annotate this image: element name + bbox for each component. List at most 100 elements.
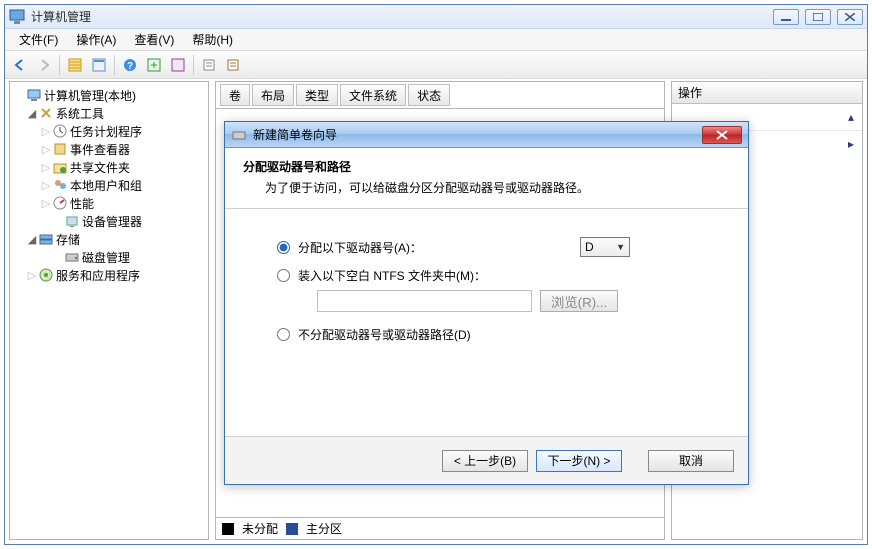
close-button[interactable] [837, 9, 863, 25]
browse-button: 浏览(R)... [540, 290, 618, 312]
toolbar-separator [193, 55, 194, 75]
dropdown-icon: ▼ [616, 242, 625, 252]
wizard-heading: 分配驱动器号和路径 [243, 158, 730, 175]
menubar: 文件(F) 操作(A) 查看(V) 帮助(H) [5, 29, 867, 51]
wizard-titlebar[interactable]: 新建简单卷向导 [225, 122, 748, 148]
toolbar-icon[interactable] [222, 54, 244, 76]
col-status[interactable]: 状态 [408, 84, 450, 106]
legend-bar: 未分配 主分区 [216, 517, 664, 539]
expand-icon[interactable]: ▷ [40, 197, 52, 210]
services-icon [38, 267, 54, 283]
menu-file[interactable]: 文件(F) [11, 29, 66, 50]
col-fs[interactable]: 文件系统 [340, 84, 406, 106]
app-icon [9, 9, 25, 25]
radio-mount-folder[interactable] [277, 269, 290, 282]
expand-icon[interactable]: ▷ [40, 125, 52, 138]
next-button[interactable]: 下一步(N) > [536, 450, 622, 472]
legend-primary: 主分区 [306, 520, 342, 537]
device-icon [64, 213, 80, 229]
window-title: 计算机管理 [31, 8, 773, 25]
swatch-unallocated [222, 523, 234, 535]
label-no-assign: 不分配驱动器号或驱动器路径(D) [298, 326, 471, 343]
properties-button[interactable] [88, 54, 110, 76]
toolbar: ? [5, 51, 867, 79]
col-volume[interactable]: 卷 [220, 84, 250, 106]
show-hide-tree-button[interactable] [64, 54, 86, 76]
drive-letter-value: D [585, 240, 594, 254]
mount-path-input [317, 290, 532, 312]
tree-eventviewer[interactable]: ▷ 事件查看器 [12, 140, 206, 158]
menu-view[interactable]: 查看(V) [126, 29, 182, 50]
back-button[interactable] [9, 54, 31, 76]
storage-icon [38, 231, 54, 247]
wizard-footer: < 上一步(B) 下一步(N) > 取消 [225, 436, 748, 484]
folder-share-icon [52, 159, 68, 175]
refresh-button[interactable] [143, 54, 165, 76]
option-no-assign[interactable]: 不分配驱动器号或驱动器路径(D) [277, 326, 720, 343]
computer-icon [26, 87, 42, 103]
maximize-button[interactable] [805, 9, 831, 25]
back-button[interactable]: < 上一步(B) [442, 450, 528, 472]
toolbar-separator [114, 55, 115, 75]
collapse-icon[interactable]: ◢ [26, 233, 38, 246]
tree-storage[interactable]: ◢ 存储 [12, 230, 206, 248]
wizard-title: 新建简单卷向导 [253, 126, 702, 143]
volume-header: 卷 布局 类型 文件系统 状态 [215, 81, 665, 109]
tree-systools[interactable]: ◢ 系统工具 [12, 104, 206, 122]
wizard-body: 分配以下驱动器号(A)： D ▼ 装入以下空白 NTFS 文件夹中(M)： 浏览… [225, 209, 748, 436]
toolbar-icon[interactable] [198, 54, 220, 76]
tree-services[interactable]: ▷ 服务和应用程序 [12, 266, 206, 284]
tools-icon [38, 105, 54, 121]
tree-perf[interactable]: ▷ 性能 [12, 194, 206, 212]
tree-shared[interactable]: ▷ 共享文件夹 [12, 158, 206, 176]
tree-users[interactable]: ▷ 本地用户和组 [12, 176, 206, 194]
collapse-icon[interactable]: ◢ [26, 107, 38, 120]
toolbar-icon[interactable] [167, 54, 189, 76]
label-mount-folder: 装入以下空白 NTFS 文件夹中(M)： [298, 267, 486, 284]
expand-icon[interactable]: ▷ [40, 161, 52, 174]
window-buttons [773, 9, 863, 25]
menu-help[interactable]: 帮助(H) [184, 29, 241, 50]
titlebar: 计算机管理 [5, 5, 867, 29]
radio-no-assign[interactable] [277, 328, 290, 341]
expand-icon[interactable]: ▷ [26, 269, 38, 282]
cancel-button[interactable]: 取消 [648, 450, 734, 472]
actions-header: 操作 [672, 82, 862, 104]
close-icon [716, 130, 728, 140]
radio-assign-letter[interactable] [277, 241, 290, 254]
option-mount-folder[interactable]: 装入以下空白 NTFS 文件夹中(M)： [277, 267, 720, 284]
event-icon [52, 141, 68, 157]
tree-devmgr[interactable]: 设备管理器 [12, 212, 206, 230]
toolbar-separator [59, 55, 60, 75]
label-assign-letter: 分配以下驱动器号(A)： [298, 239, 422, 256]
legend-unallocated: 未分配 [242, 520, 278, 537]
collapse-arrow-icon: ▴ [848, 110, 854, 124]
menu-action[interactable]: 操作(A) [68, 29, 124, 50]
wizard-close-button[interactable] [702, 126, 742, 144]
wizard-subheading: 为了便于访问，可以给磁盘分区分配驱动器号或驱动器路径。 [265, 179, 730, 196]
col-layout[interactable]: 布局 [252, 84, 294, 106]
performance-icon [52, 195, 68, 211]
tree-root[interactable]: 计算机管理(本地) [12, 86, 206, 104]
expand-icon[interactable]: ▷ [40, 143, 52, 156]
clock-icon [52, 123, 68, 139]
svg-text:?: ? [127, 61, 133, 72]
users-icon [52, 177, 68, 193]
more-arrow-icon: ▸ [848, 137, 854, 151]
forward-button[interactable] [33, 54, 55, 76]
disk-icon [64, 249, 80, 265]
swatch-primary [286, 523, 298, 535]
tree-scheduler[interactable]: ▷ 任务计划程序 [12, 122, 206, 140]
option-assign-letter[interactable]: 分配以下驱动器号(A)： D ▼ [277, 237, 720, 257]
nav-tree[interactable]: 计算机管理(本地) ◢ 系统工具 ▷ 任务计划程序 ▷ 事件查看器 ▷ 共享文件… [9, 81, 209, 540]
new-volume-wizard-dialog: 新建简单卷向导 分配驱动器号和路径 为了便于访问，可以给磁盘分区分配驱动器号或驱… [224, 121, 749, 485]
mount-path-row: 浏览(R)... [297, 290, 720, 312]
help-button[interactable]: ? [119, 54, 141, 76]
drive-letter-select[interactable]: D ▼ [580, 237, 630, 257]
minimize-button[interactable] [773, 9, 799, 25]
expand-icon[interactable]: ▷ [40, 179, 52, 192]
wizard-icon [231, 127, 247, 143]
wizard-header: 分配驱动器号和路径 为了便于访问，可以给磁盘分区分配驱动器号或驱动器路径。 [225, 148, 748, 209]
col-type[interactable]: 类型 [296, 84, 338, 106]
tree-diskmgmt[interactable]: 磁盘管理 [12, 248, 206, 266]
